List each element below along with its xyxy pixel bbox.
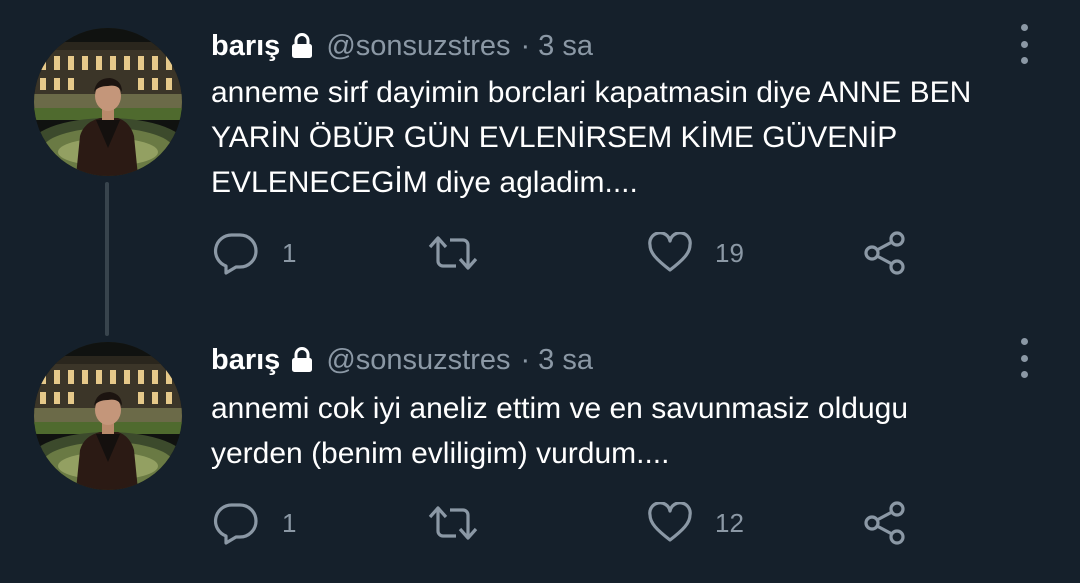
share-icon [862,230,908,276]
timestamp[interactable]: 3 sa [538,344,593,377]
display-name[interactable]: barış [211,344,280,377]
lock-icon [290,347,314,373]
tweet-actions: 1 19 [212,228,1032,278]
tweet[interactable]: barış @sonsuzstres · 3 sa anneme sirf da… [0,0,1080,336]
share-button[interactable] [862,228,908,278]
heart-icon [647,502,693,544]
avatar[interactable] [34,342,182,490]
tweet-thread: barış @sonsuzstres · 3 sa anneme sirf da… [0,0,1080,583]
timestamp[interactable]: 3 sa [538,30,593,63]
retweet-icon [426,231,480,275]
retweet-icon [426,501,480,545]
tweet-header: barış @sonsuzstres · 3 sa [211,340,593,380]
reply-icon [212,501,260,545]
retweet-button[interactable] [426,498,502,548]
retweet-button[interactable] [426,228,502,278]
share-icon [862,500,908,546]
tweet-actions: 1 12 [212,498,1032,548]
user-handle[interactable]: @sonsuzstres [326,30,510,63]
more-vertical-icon[interactable] [1012,338,1036,378]
separator-dot: · [520,343,531,376]
like-button[interactable]: 12 [647,498,744,548]
lock-icon [290,33,314,59]
tweet-text: annemi cok iyi aneliz ettim ve en savunm… [211,392,909,470]
reply-button[interactable]: 1 [212,228,296,278]
reply-count: 1 [282,507,297,538]
reply-button[interactable]: 1 [212,498,296,548]
reply-icon [212,231,260,275]
like-button[interactable]: 19 [647,228,744,278]
avatar[interactable] [34,28,182,176]
like-count: 19 [715,237,744,268]
more-vertical-icon[interactable] [1012,24,1036,64]
separator-dot: · [520,29,531,62]
share-button[interactable] [862,498,908,548]
reply-count: 1 [282,237,297,268]
tweet-text: anneme sirf dayimin borclari kapatmasin … [211,76,972,199]
tweet[interactable]: barış @sonsuzstres · 3 sa annemi cok iyi… [0,320,1080,583]
user-handle[interactable]: @sonsuzstres [326,344,510,377]
display-name[interactable]: barış [211,30,280,63]
tweet-header: barış @sonsuzstres · 3 sa [211,26,593,66]
thread-connector-line [105,182,109,336]
like-count: 12 [715,507,744,538]
heart-icon [647,232,693,274]
